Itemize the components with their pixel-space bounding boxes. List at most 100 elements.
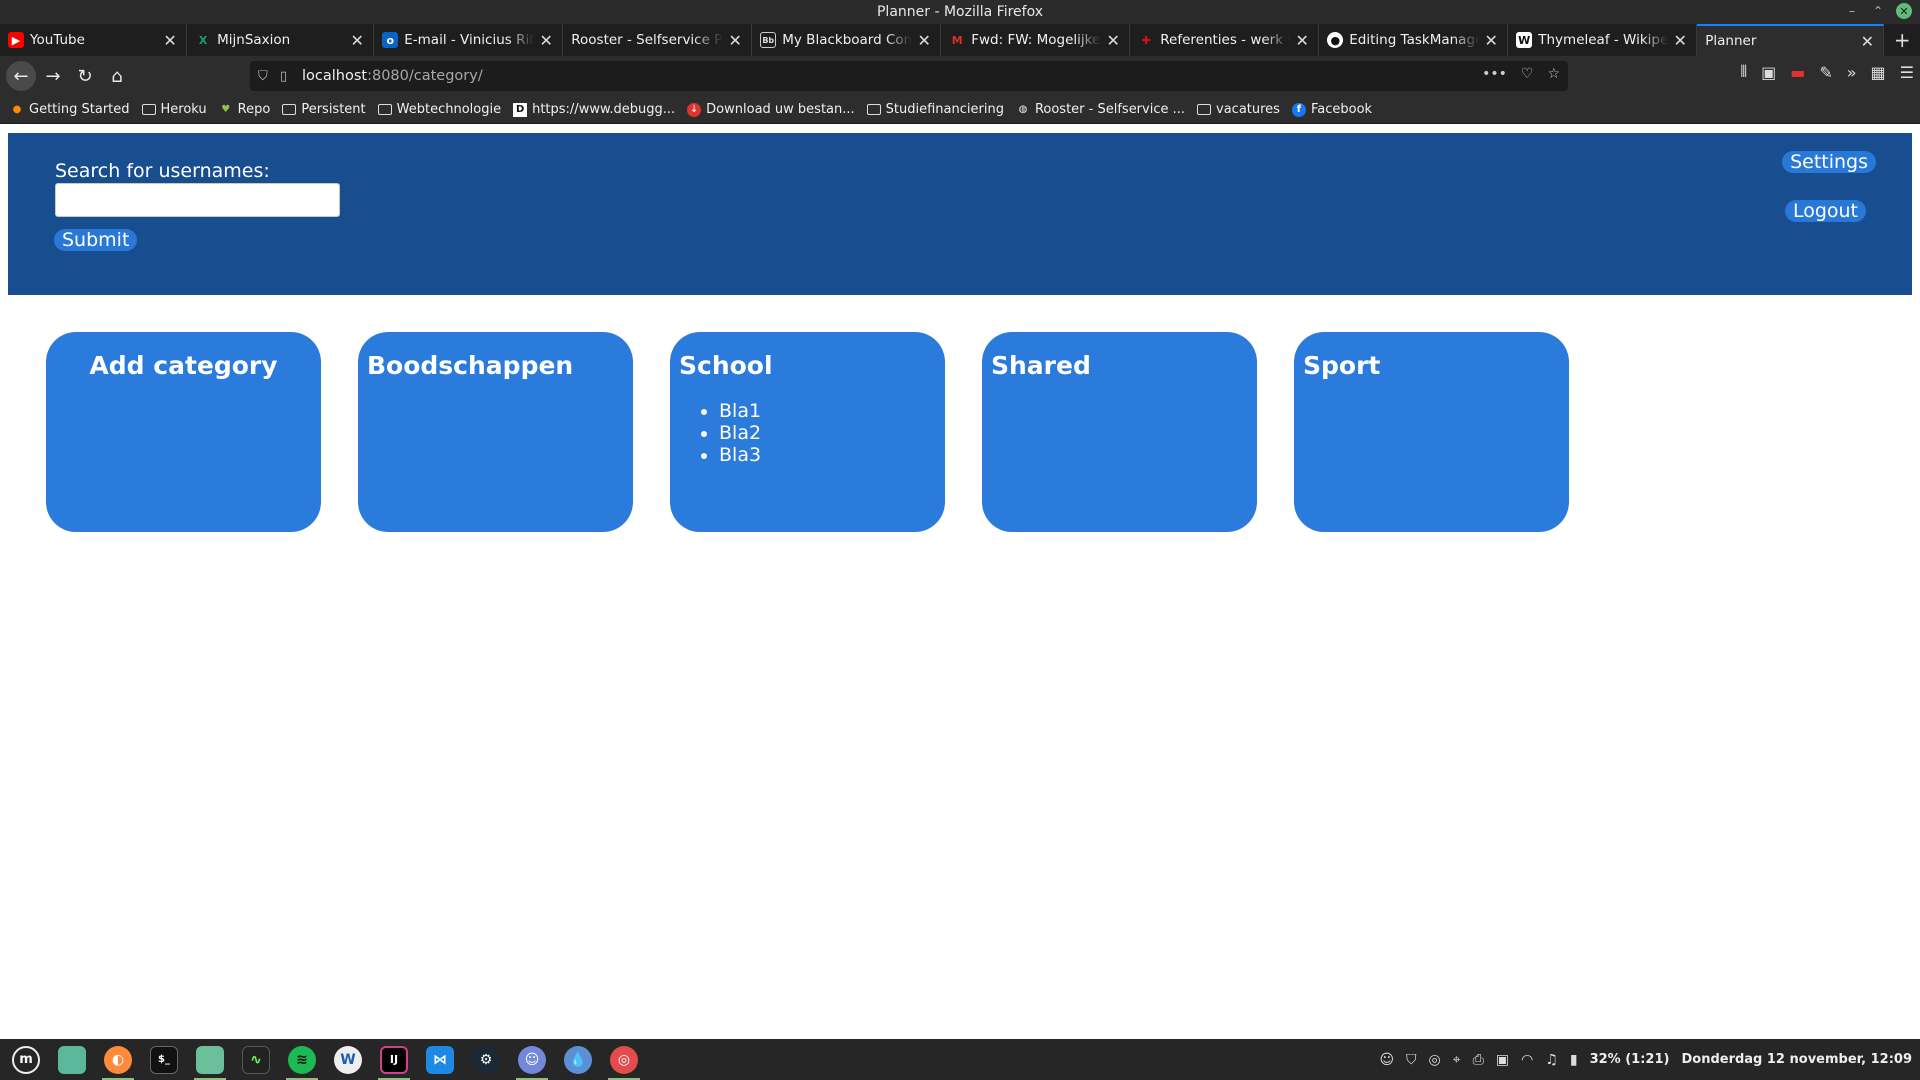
hexchat-icon[interactable]: ◎ (604, 1040, 644, 1080)
tab-github[interactable]: ● Editing TaskManager ✕ (1319, 24, 1509, 56)
firefox-app-icon[interactable]: ◐ (98, 1040, 138, 1080)
shield-icon[interactable]: ⛉ (258, 69, 280, 84)
discord-tray-icon[interactable]: ☺ (1379, 1052, 1394, 1068)
close-tab-icon[interactable]: ✕ (1859, 32, 1875, 51)
page-actions-icon[interactable]: ••• (1482, 66, 1507, 82)
sidebar-icon[interactable]: ▣ (1761, 63, 1776, 82)
terminal-icon[interactable]: $_ (144, 1040, 184, 1080)
pocket-icon[interactable]: ♡ (1521, 66, 1534, 82)
close-window-icon[interactable]: ✕ (1896, 3, 1912, 19)
bookmark-rooster[interactable]: ◍ Rooster - Selfservice ... (1016, 102, 1185, 117)
close-tab-icon[interactable]: ✕ (1294, 31, 1310, 50)
task-item[interactable]: Bla2 (719, 422, 936, 444)
blackboard-icon: Bb (760, 32, 777, 48)
battery-status[interactable]: 32% (1:21) (1590, 1052, 1670, 1067)
clock[interactable]: Donderdag 12 november, 12:09 (1681, 1052, 1912, 1067)
files-icon[interactable] (190, 1040, 230, 1080)
forward-icon[interactable]: → (38, 61, 68, 91)
overflow-icon[interactable]: » (1847, 63, 1857, 82)
add-category-card[interactable]: Add category (46, 332, 321, 532)
extensions-icon[interactable]: ▦ (1871, 63, 1886, 82)
tab-blackboard[interactable]: Bb My Blackboard Content ✕ (752, 24, 942, 56)
bookmark-studiefinanciering[interactable]: Studiefinanciering (866, 102, 1004, 117)
close-tab-icon[interactable]: ✕ (349, 31, 365, 50)
minimize-icon[interactable]: – (1844, 3, 1860, 19)
back-icon[interactable]: ← (6, 61, 36, 91)
close-tab-icon[interactable]: ✕ (162, 31, 178, 50)
close-tab-icon[interactable]: ✕ (538, 31, 554, 50)
music-icon[interactable]: ♫ (1545, 1052, 1558, 1068)
bookmark-label: Getting Started (29, 102, 130, 117)
extension-badge-icon[interactable]: ▬ (1790, 63, 1805, 82)
vpn-icon[interactable]: ◎ (1429, 1052, 1441, 1068)
shield-tray-icon[interactable]: ⛉ (1406, 1052, 1417, 1068)
bookmark-vacatures[interactable]: vacatures (1197, 102, 1280, 117)
bookmark-facebook[interactable]: f Facebook (1291, 102, 1372, 117)
settings-button[interactable]: Settings (1782, 151, 1876, 173)
system-monitor-icon[interactable]: ∿ (236, 1040, 276, 1080)
logout-button[interactable]: Logout (1784, 200, 1866, 222)
close-tab-icon[interactable]: ✕ (727, 31, 743, 50)
tab-mijnsaxion[interactable]: X MijnSaxion ✕ (187, 24, 375, 56)
tab-gmail[interactable]: M Fwd: FW: Mogelijke opdracht ✕ (941, 24, 1131, 56)
url-host: localhost (302, 68, 368, 84)
firefox-icon: ● (12, 104, 22, 115)
tab-referenties[interactable]: ✚ Referenties - werk waar ✕ (1130, 24, 1320, 56)
close-tab-icon[interactable]: ✕ (1105, 31, 1121, 50)
close-tab-icon[interactable]: ✕ (1672, 31, 1688, 50)
spotify-icon[interactable]: ≋ (282, 1040, 322, 1080)
extension-icon[interactable]: ✎ (1819, 63, 1832, 82)
bookmark-repo[interactable]: ♥ Repo (219, 102, 270, 117)
library-icon[interactable]: ⫴ (1740, 62, 1747, 82)
category-card-boodschappen[interactable]: Boodschappen (358, 332, 633, 532)
bookmark-label: https://www.debugg... (532, 102, 676, 117)
task-item[interactable]: Bla3 (719, 444, 936, 466)
bookmark-heroku[interactable]: Heroku (141, 102, 207, 117)
tab-planner[interactable]: Planner ✕ (1697, 24, 1885, 56)
new-tab-icon[interactable]: + (1884, 24, 1920, 56)
intellij-icon[interactable]: IJ (374, 1040, 414, 1080)
battery-icon[interactable]: ▮ (1570, 1052, 1578, 1068)
menu-icon[interactable]: ☰ (1900, 63, 1914, 82)
home-icon[interactable]: ⌂ (102, 61, 132, 91)
task-item[interactable]: Bla1 (719, 400, 936, 422)
bookmark-label: Download uw bestan... (706, 102, 855, 117)
bookmark-star-icon[interactable]: ☆ (1547, 66, 1560, 82)
reload-icon[interactable]: ↻ (70, 61, 100, 91)
window-titlebar: Planner - Mozilla Firefox – ⌃ ✕ (0, 0, 1920, 24)
bookmark-debuggex[interactable]: Dhttps://www.debugg... (513, 102, 675, 117)
bookmark-label: Heroku (160, 102, 207, 117)
bookmark-persistent[interactable]: Persistent (282, 102, 366, 117)
show-desktop-icon[interactable] (52, 1040, 92, 1080)
printer-icon[interactable]: ⎙ (1473, 1052, 1484, 1068)
close-tab-icon[interactable]: ✕ (916, 31, 932, 50)
vscode-icon[interactable]: ⋈ (420, 1040, 460, 1080)
tab-email[interactable]: o E-mail - Vinicius Ribeiro ✕ (374, 24, 564, 56)
close-tab-icon[interactable]: ✕ (1483, 31, 1499, 50)
page-info-icon[interactable]: ▯ (280, 69, 302, 84)
writer-icon[interactable]: W (328, 1040, 368, 1080)
category-card-sport[interactable]: Sport (1294, 332, 1569, 532)
droplet-icon[interactable]: 💧 (558, 1040, 598, 1080)
bookmark-webtechnologie[interactable]: Webtechnologie (377, 102, 501, 117)
wikipedia-icon: W (1516, 32, 1533, 48)
folder-icon (282, 104, 297, 115)
bookmark-getting-started[interactable]: ● Getting Started (10, 102, 130, 117)
url-bar[interactable]: ⛉ ▯ localhost:8080/category/ ••• ♡ ☆ (250, 61, 1568, 91)
tab-wikipedia[interactable]: W Thymeleaf - Wikipedia ✕ (1508, 24, 1698, 56)
steam-icon[interactable]: ⚙ (466, 1040, 506, 1080)
wifi-icon[interactable]: ◠ (1521, 1052, 1533, 1068)
category-card-shared[interactable]: Shared (982, 332, 1257, 532)
category-card-school[interactable]: School Bla1 Bla2 Bla3 (670, 332, 945, 532)
screenshot-icon[interactable]: ▣ (1496, 1052, 1509, 1068)
location-icon[interactable]: ⌖ (1453, 1052, 1461, 1068)
tab-youtube[interactable]: ▶ YouTube ✕ (0, 24, 188, 56)
discord-icon[interactable]: ☺ (512, 1040, 552, 1080)
search-input[interactable] (55, 183, 340, 217)
facebook-icon: f (1291, 102, 1306, 117)
mint-menu-icon[interactable]: m (6, 1040, 46, 1080)
tab-rooster[interactable]: Rooster - Selfservice Portal ✕ (563, 24, 753, 56)
bookmark-download[interactable]: ↓ Download uw bestan... (687, 102, 855, 117)
maximize-icon[interactable]: ⌃ (1870, 3, 1886, 19)
submit-button[interactable]: Submit (54, 229, 138, 251)
